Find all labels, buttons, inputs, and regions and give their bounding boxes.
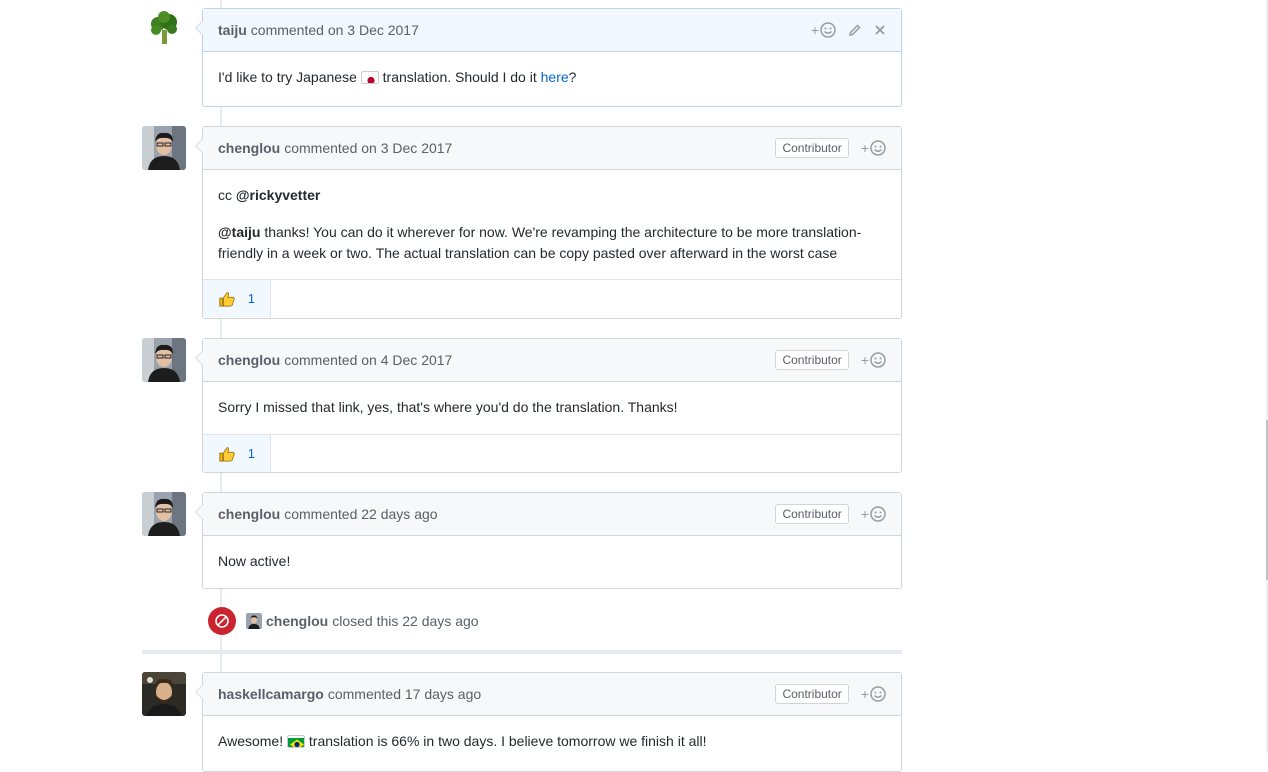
brazil-flag-icon — [287, 735, 305, 748]
comment-2: chenglou commented on 3 Dec 2017 Contrib… — [195, 126, 902, 319]
add-reaction-button[interactable]: + — [861, 140, 886, 156]
comment-5: haskellcamargo commented 17 days ago Con… — [195, 672, 902, 772]
delete-button[interactable] — [874, 24, 886, 36]
plus-sign: + — [810, 22, 819, 38]
chenglou-avatar-image — [142, 338, 186, 382]
comment-author[interactable]: haskellcamargo — [218, 686, 324, 702]
comment-text: cc — [218, 187, 236, 203]
close-icon — [875, 25, 885, 35]
comment-1: taiju commented on 3 Dec 2017 + I'd like… — [195, 8, 902, 107]
timeline-divider — [142, 650, 902, 654]
comment-header: chenglou commented 22 days ago Contribut… — [203, 493, 901, 536]
comment-header: chenglou commented on 3 Dec 2017 Contrib… — [203, 127, 901, 170]
comment-text: I'd like to try Japanese — [218, 69, 361, 85]
smiley-icon — [870, 352, 886, 368]
closed-event: chenglou closed this 22 days ago — [208, 607, 479, 635]
comment-text: translation is 66% in two days. I believ… — [305, 733, 707, 749]
comment-author[interactable]: taiju — [218, 22, 247, 38]
contributor-badge: Contributor — [775, 684, 849, 704]
reactions-bar: 1 — [203, 279, 901, 317]
comment-body: Now active! — [203, 536, 901, 587]
event-text[interactable]: closed this 22 days ago — [332, 613, 478, 629]
comment-body: Sorry I missed that link, yes, that's wh… — [203, 382, 901, 434]
comment-header: haskellcamargo commented 17 days ago Con… — [203, 673, 901, 716]
comment-header: taiju commented on 3 Dec 2017 + — [203, 9, 901, 52]
comment-text: translation. Should I do it — [378, 69, 541, 85]
plus-sign: + — [860, 352, 869, 368]
closed-icon — [208, 607, 236, 635]
comment-text: Sorry I missed that link, yes, that's wh… — [218, 399, 678, 415]
comment-timestamp[interactable]: commented on 3 Dec 2017 — [284, 140, 452, 156]
thumbs-up-reaction[interactable]: 1 — [203, 280, 271, 317]
plus-sign: + — [860, 140, 869, 156]
add-reaction-button[interactable]: + — [861, 686, 886, 702]
contributor-badge: Contributor — [775, 504, 849, 524]
event-actor[interactable]: chenglou — [266, 613, 328, 629]
thumbs-up-icon — [219, 291, 235, 306]
add-reaction-button[interactable]: + — [861, 352, 886, 368]
comment-body: cc @rickyvetter @taiju thanks! You can d… — [203, 170, 901, 279]
japan-flag-icon — [360, 71, 379, 84]
comment-text: Awesome! — [218, 733, 287, 749]
comment-author[interactable]: chenglou — [218, 352, 280, 368]
smiley-icon — [870, 140, 886, 156]
comment-4: chenglou commented 22 days ago Contribut… — [195, 492, 902, 589]
avatar-chenglou[interactable] — [142, 126, 186, 170]
comment-body: Awesome! translation is 66% in two days.… — [203, 716, 901, 767]
comment-timestamp[interactable]: commented 22 days ago — [284, 506, 437, 522]
comment-text: ? — [568, 69, 577, 85]
avatar-taiju[interactable] — [142, 8, 186, 52]
avatar-chenglou[interactable] — [142, 338, 186, 382]
plus-sign: + — [860, 506, 869, 522]
avatar-chenglou[interactable] — [142, 492, 186, 536]
comment-header: chenglou commented on 4 Dec 2017 Contrib… — [203, 339, 901, 382]
chenglou-avatar-image — [142, 492, 186, 536]
comment-timestamp[interactable]: commented on 4 Dec 2017 — [284, 352, 452, 368]
mention-taiju[interactable]: @taiju — [218, 224, 260, 240]
plus-sign: + — [860, 686, 869, 702]
comment-3: chenglou commented on 4 Dec 2017 Contrib… — [195, 338, 902, 473]
actor-avatar[interactable] — [246, 613, 262, 629]
contributor-badge: Contributor — [775, 350, 849, 370]
comment-timestamp[interactable]: commented 17 days ago — [328, 686, 481, 702]
smiley-icon — [870, 506, 886, 522]
broccoli-avatar — [142, 8, 186, 52]
thumbs-up-reaction[interactable]: 1 — [203, 435, 271, 472]
add-reaction-button[interactable]: + — [811, 22, 836, 38]
comment-text: Now active! — [218, 553, 291, 569]
edit-button[interactable] — [848, 23, 862, 37]
avatar-haskellcamargo[interactable] — [142, 672, 186, 716]
comment-timestamp[interactable]: commented on 3 Dec 2017 — [251, 22, 419, 38]
pencil-icon — [848, 24, 861, 37]
comment-text: thanks! You can do it wherever for now. … — [218, 224, 862, 261]
thumbs-up-icon — [219, 446, 235, 461]
smiley-icon — [820, 22, 836, 38]
contributor-badge: Contributor — [775, 138, 849, 158]
chenglou-avatar-image — [142, 126, 186, 170]
add-reaction-button[interactable]: + — [861, 506, 886, 522]
comment-body: I'd like to try Japanese translation. Sh… — [203, 52, 901, 103]
reaction-count: 1 — [247, 291, 255, 306]
comment-author[interactable]: chenglou — [218, 506, 280, 522]
reactions-bar: 1 — [203, 434, 901, 472]
reaction-count: 1 — [247, 446, 255, 461]
haskellcamargo-avatar-image — [142, 672, 186, 716]
here-link[interactable]: here — [541, 69, 569, 85]
comment-author[interactable]: chenglou — [218, 140, 280, 156]
mention-rickyvetter[interactable]: @rickyvetter — [236, 187, 320, 203]
smiley-icon — [870, 686, 886, 702]
